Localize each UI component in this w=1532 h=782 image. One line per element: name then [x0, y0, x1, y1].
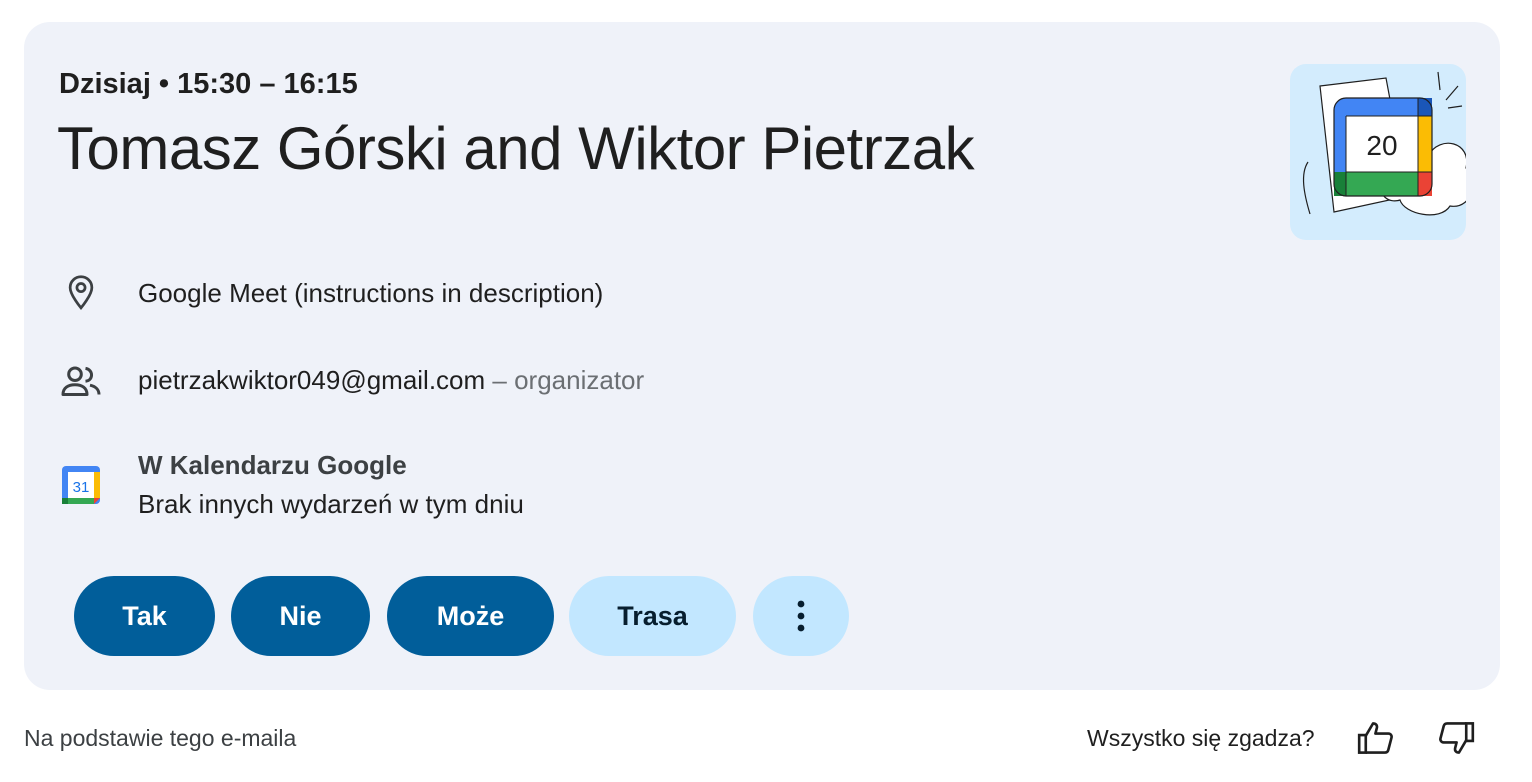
event-location: Google Meet (instructions in description… [138, 278, 604, 308]
calendar-icon-number: 31 [73, 479, 90, 496]
calendar-availability: Brak innych wydarzeń w tym dniu [138, 489, 524, 519]
people-icon [58, 358, 104, 404]
route-button[interactable]: Trasa [569, 576, 736, 656]
calendar-illustration-art: 20 [1302, 71, 1466, 216]
rsvp-yes-button[interactable]: Tak [74, 576, 215, 656]
organizer-role: – organizator [485, 365, 645, 395]
event-card: Dzisiaj • 15:30 – 16:15 Tomasz Górski an… [24, 22, 1500, 690]
rsvp-maybe-button[interactable]: Może [387, 576, 554, 656]
event-organizer: pietrzakwiktor049@gmail.com – organizato… [138, 365, 644, 396]
more-options-button[interactable] [753, 576, 849, 656]
event-time: Dzisiaj • 15:30 – 16:15 [59, 68, 358, 100]
thumbs-down-icon [1439, 722, 1475, 754]
feedback-question: Wszystko się zgadza? [1087, 725, 1315, 751]
source-note: Na podstawie tego e-maila [24, 725, 297, 751]
thumbs-up-icon [1357, 722, 1393, 754]
rsvp-no-button[interactable]: Nie [231, 576, 370, 656]
thumbs-up-button[interactable] [1354, 716, 1398, 760]
thumbs-down-button[interactable] [1434, 716, 1478, 760]
calendar-source-title: W Kalendarzu Google [138, 450, 407, 480]
event-title: Tomasz Górski and Wiktor Pietrzak [57, 115, 975, 182]
organizer-email[interactable]: pietrzakwiktor049@gmail.com [138, 365, 485, 395]
google-calendar-icon: 31 [58, 462, 104, 508]
illustration-number: 20 [1366, 130, 1397, 161]
more-vert-icon [797, 600, 805, 632]
location-pin-icon [58, 270, 104, 316]
calendar-illustration: 20 [1290, 64, 1466, 240]
